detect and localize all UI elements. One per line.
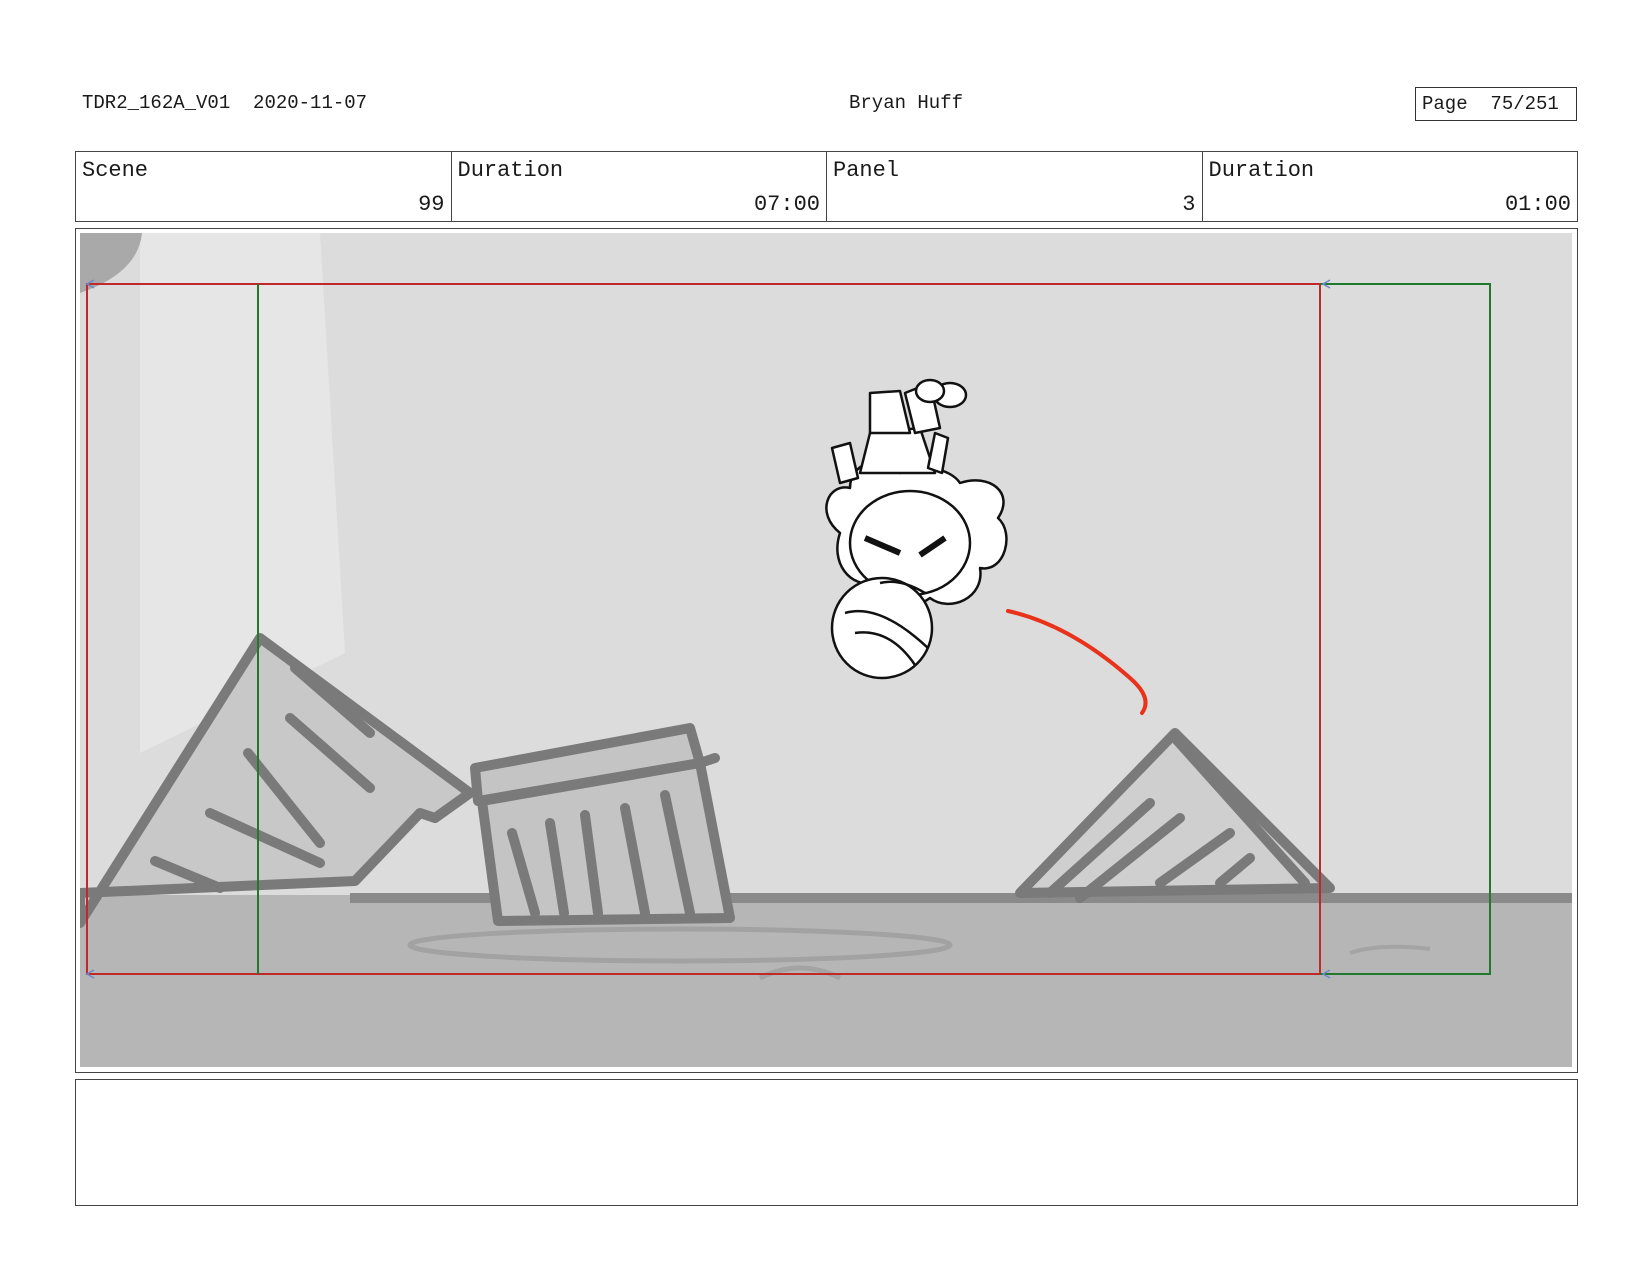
scene-duration-label: Duration [457,158,564,183]
panel-value: 3 [1182,192,1196,217]
character-shoe [914,378,946,404]
character-bun [830,576,934,680]
page-label: Page [1422,93,1468,115]
info-row: Scene 99 Duration 07:00 Panel 3 Duration… [75,151,1578,222]
artist-name: Bryan Huff [848,92,964,114]
middle-crate [470,723,735,926]
panel-duration-label: Duration [1208,158,1315,183]
page-indicator: Page 75/251 [1415,87,1577,121]
scene-duration-value: 07:00 [753,192,820,217]
scene-cell: Scene 99 [76,152,452,221]
panel-cell: Panel 3 [827,152,1203,221]
panel-label: Panel [833,158,900,183]
scene-value: 99 [418,192,445,217]
storyboard-panel [75,228,1578,1073]
scene-duration-cell: Duration 07:00 [452,152,827,221]
panel-duration-value: 01:00 [1504,192,1571,217]
panel-duration-cell: Duration 01:00 [1203,152,1578,221]
floor [80,895,1572,1067]
notes-box [75,1079,1578,1206]
page-number: 75/251 [1490,93,1559,115]
scene-label: Scene [82,158,149,183]
panel-drawing [80,233,1572,1067]
